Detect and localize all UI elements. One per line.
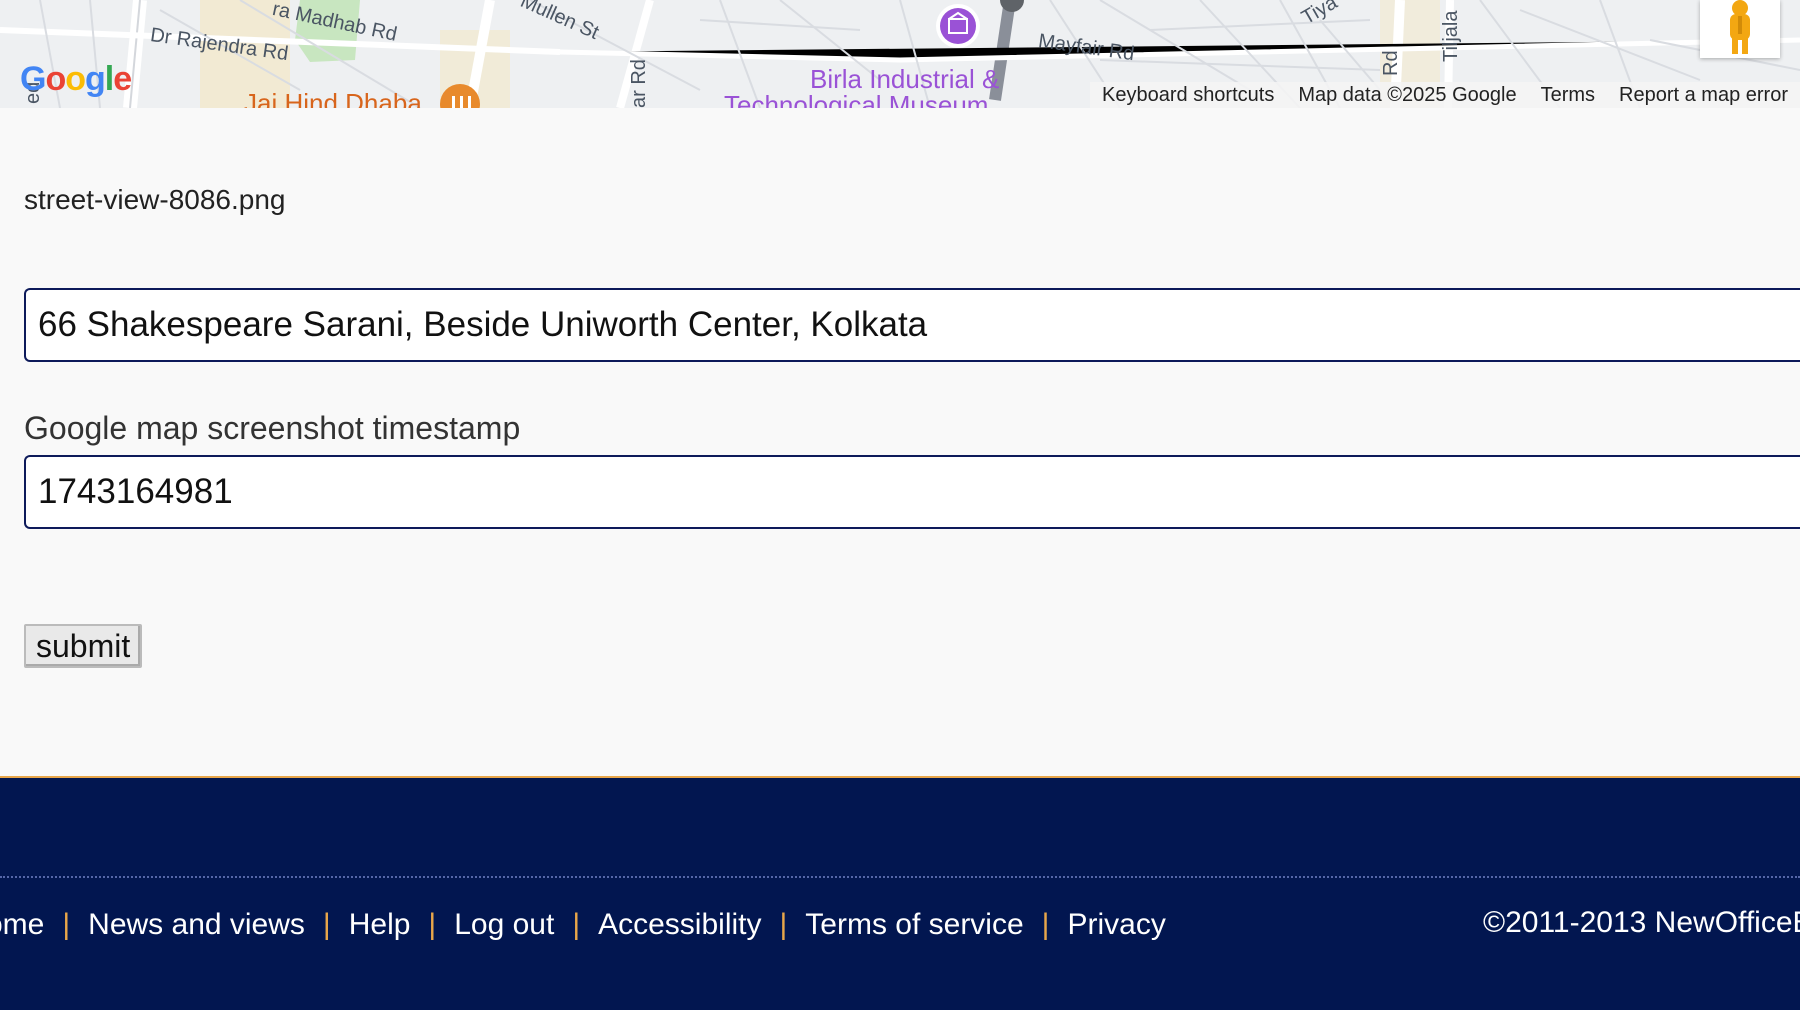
footer-link-help[interactable]: Help <box>349 908 411 942</box>
pegman-icon <box>1730 0 1750 54</box>
map-data-text: Map data ©2025 Google <box>1298 84 1517 106</box>
road-label-tiljala: Tiljala <box>1440 10 1462 63</box>
footer-separator: | <box>322 908 331 941</box>
keyboard-shortcuts-link[interactable]: Keyboard shortcuts <box>1090 82 1286 108</box>
footer-link-news[interactable]: News and views <box>88 908 305 942</box>
address-input[interactable] <box>24 288 1800 362</box>
poi-museum-line2[interactable]: Technological Museum <box>724 90 988 108</box>
footer-separator: | <box>62 908 71 941</box>
site-footer: ome | News and views | Help | Log out | … <box>0 776 1800 1010</box>
pegman-button[interactable] <box>1700 0 1780 58</box>
google-logo: Google <box>20 60 132 98</box>
submit-button[interactable]: submit <box>24 624 143 668</box>
poi-restaurant[interactable]: Jai Hind Dhaba <box>244 88 422 108</box>
report-map-error-link[interactable]: Report a map error <box>1607 82 1800 108</box>
footer-link-privacy[interactable]: Privacy <box>1067 908 1165 942</box>
footer-separator: | <box>572 908 581 941</box>
footer-link-accessibility[interactable]: Accessibility <box>598 908 761 942</box>
footer-link-terms[interactable]: Terms of service <box>805 908 1023 942</box>
map-view[interactable]: ra Madhab Rd Dr Rajendra Rd Mullen St ar… <box>0 0 1800 108</box>
copyright-text: ©2011-2013 NewOfficeEu <box>1483 906 1800 939</box>
file-name: street-view-8086.png <box>24 184 286 215</box>
footer-link-home[interactable]: ome <box>0 908 44 942</box>
map-terms-link[interactable]: Terms <box>1529 82 1607 108</box>
footer-separator: | <box>428 908 437 941</box>
road-label-rd: Rd <box>1380 50 1402 76</box>
form-area: street-view-8086.png Google map screensh… <box>0 108 1800 776</box>
museum-icon[interactable] <box>936 4 980 48</box>
timestamp-input[interactable] <box>24 455 1800 529</box>
timestamp-label: Google map screenshot timestamp <box>24 410 521 446</box>
footer-separator: | <box>779 908 788 941</box>
footer-separator: | <box>1041 908 1050 941</box>
footer-nav: ome | News and views | Help | Log out | … <box>0 908 1166 942</box>
footer-divider <box>0 876 1800 878</box>
map-attribution-bar: Keyboard shortcuts Map data ©2025 Google… <box>1090 82 1800 108</box>
footer-link-logout[interactable]: Log out <box>454 908 554 942</box>
road-label-ar-rd: ar Rd <box>628 59 650 108</box>
